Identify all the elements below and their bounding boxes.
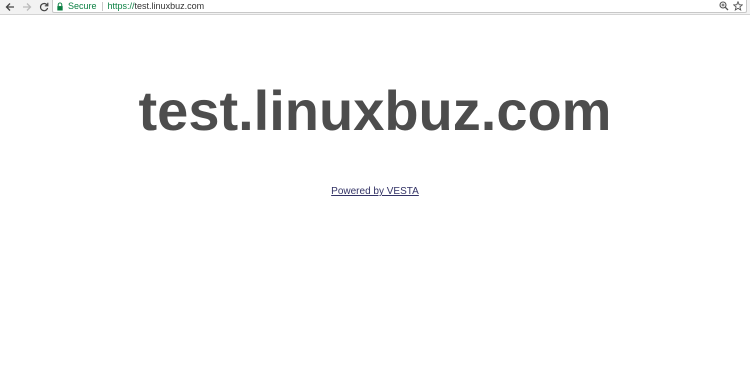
reload-icon xyxy=(39,2,49,12)
back-button[interactable] xyxy=(3,0,17,14)
address-bar[interactable]: Secure https://test.linuxbuz.com xyxy=(52,0,747,13)
forward-button[interactable] xyxy=(20,0,34,14)
lock-icon xyxy=(56,1,65,11)
reload-button[interactable] xyxy=(37,0,51,14)
page-heading: test.linuxbuz.com xyxy=(138,79,612,142)
url-host: test.linuxbuz.com xyxy=(134,1,205,11)
browser-toolbar: Secure https://test.linuxbuz.com xyxy=(0,0,750,15)
zoom-icon[interactable] xyxy=(719,1,729,11)
star-icon[interactable] xyxy=(733,1,743,11)
url-scheme: https:// xyxy=(107,1,135,11)
back-arrow-icon xyxy=(5,3,14,11)
powered-by: Powered by VESTA xyxy=(0,185,750,199)
security-label: Secure xyxy=(68,1,97,11)
forward-arrow-icon xyxy=(23,3,32,11)
url-text[interactable]: https://test.linuxbuz.com xyxy=(108,0,205,12)
powered-by-link[interactable]: Powered by VESTA xyxy=(331,186,419,197)
omnibox-actions xyxy=(719,1,743,11)
omnibox-divider xyxy=(101,1,103,11)
